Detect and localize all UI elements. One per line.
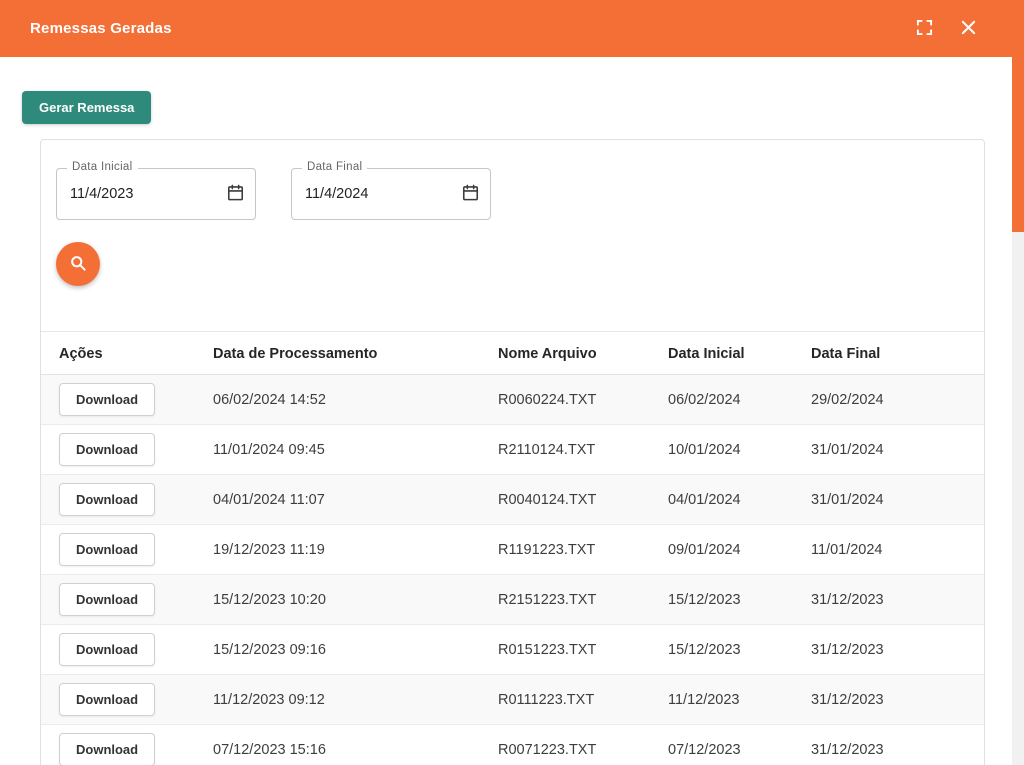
header-acoes: Ações bbox=[41, 332, 213, 375]
cell-start-date: 09/01/2024 bbox=[668, 525, 811, 575]
cell-actions: Download bbox=[41, 575, 213, 625]
table-body: Download 06/02/2024 14:52 R0060224.TXT 0… bbox=[41, 375, 984, 765]
cell-start-date: 07/12/2023 bbox=[668, 725, 811, 765]
maximize-button[interactable] bbox=[914, 17, 935, 41]
table-row: Download 19/12/2023 11:19 R1191223.TXT 0… bbox=[41, 525, 984, 575]
cell-file-name: R0111223.TXT bbox=[498, 675, 668, 725]
scrollbar-thumb[interactable] bbox=[1012, 0, 1024, 232]
download-button[interactable]: Download bbox=[59, 683, 155, 716]
dialog-header: Remessas Geradas bbox=[0, 0, 1024, 57]
start-date-label: Data Inicial bbox=[67, 161, 138, 173]
download-button[interactable]: Download bbox=[59, 583, 155, 616]
table-row: Download 15/12/2023 10:20 R2151223.TXT 1… bbox=[41, 575, 984, 625]
cell-processed-at: 04/01/2024 11:07 bbox=[213, 475, 498, 525]
download-button[interactable]: Download bbox=[59, 383, 155, 416]
maximize-icon bbox=[916, 19, 933, 39]
cell-file-name: R2110124.TXT bbox=[498, 425, 668, 475]
end-date-input[interactable] bbox=[305, 186, 435, 202]
cell-start-date: 11/12/2023 bbox=[668, 675, 811, 725]
cell-end-date: 29/02/2024 bbox=[811, 375, 984, 425]
remessas-table: Ações Data de Processamento Nome Arquivo… bbox=[41, 332, 984, 765]
cell-processed-at: 19/12/2023 11:19 bbox=[213, 525, 498, 575]
cell-processed-at: 07/12/2023 15:16 bbox=[213, 725, 498, 765]
cell-start-date: 10/01/2024 bbox=[668, 425, 811, 475]
search-button[interactable] bbox=[56, 242, 100, 286]
calendar-icon bbox=[226, 183, 245, 205]
header-data-inicial: Data Inicial bbox=[668, 332, 811, 375]
end-date-field: Data Final bbox=[291, 168, 491, 220]
table-row: Download 11/12/2023 09:12 R0111223.TXT 1… bbox=[41, 675, 984, 725]
cell-actions: Download bbox=[41, 725, 213, 765]
download-button[interactable]: Download bbox=[59, 483, 155, 516]
cell-end-date: 31/01/2024 bbox=[811, 475, 984, 525]
header-nome-arquivo: Nome Arquivo bbox=[498, 332, 668, 375]
scrollbar-track[interactable] bbox=[1012, 0, 1024, 765]
cell-start-date: 06/02/2024 bbox=[668, 375, 811, 425]
table-row: Download 11/01/2024 09:45 R2110124.TXT 1… bbox=[41, 425, 984, 475]
cell-end-date: 31/12/2023 bbox=[811, 625, 984, 675]
cell-processed-at: 15/12/2023 09:16 bbox=[213, 625, 498, 675]
download-button[interactable]: Download bbox=[59, 433, 155, 466]
cell-end-date: 31/12/2023 bbox=[811, 575, 984, 625]
table-header-row: Ações Data de Processamento Nome Arquivo… bbox=[41, 332, 984, 375]
cell-file-name: R0040124.TXT bbox=[498, 475, 668, 525]
cell-file-name: R0060224.TXT bbox=[498, 375, 668, 425]
close-button[interactable] bbox=[959, 18, 978, 40]
start-date-field: Data Inicial bbox=[56, 168, 256, 220]
cell-start-date: 15/12/2023 bbox=[668, 575, 811, 625]
cell-processed-at: 11/12/2023 09:12 bbox=[213, 675, 498, 725]
table-row: Download 07/12/2023 15:16 R0071223.TXT 0… bbox=[41, 725, 984, 765]
cell-actions: Download bbox=[41, 525, 213, 575]
cell-end-date: 31/12/2023 bbox=[811, 725, 984, 765]
cell-processed-at: 15/12/2023 10:20 bbox=[213, 575, 498, 625]
cell-actions: Download bbox=[41, 475, 213, 525]
table-row: Download 06/02/2024 14:52 R0060224.TXT 0… bbox=[41, 375, 984, 425]
dialog-title: Remessas Geradas bbox=[30, 20, 172, 37]
start-date-calendar-button[interactable] bbox=[226, 183, 245, 205]
start-date-input[interactable] bbox=[70, 186, 200, 202]
cell-actions: Download bbox=[41, 675, 213, 725]
cell-processed-at: 06/02/2024 14:52 bbox=[213, 375, 498, 425]
download-button[interactable]: Download bbox=[59, 733, 155, 765]
cell-end-date: 11/01/2024 bbox=[811, 525, 984, 575]
cell-actions: Download bbox=[41, 625, 213, 675]
header-data-processamento: Data de Processamento bbox=[213, 332, 498, 375]
end-date-label: Data Final bbox=[302, 161, 367, 173]
filter-section: Data Inicial Da bbox=[41, 140, 984, 332]
cell-file-name: R2151223.TXT bbox=[498, 575, 668, 625]
cell-file-name: R0151223.TXT bbox=[498, 625, 668, 675]
table-row: Download 04/01/2024 11:07 R0040124.TXT 0… bbox=[41, 475, 984, 525]
cell-actions: Download bbox=[41, 425, 213, 475]
cell-file-name: R1191223.TXT bbox=[498, 525, 668, 575]
table-row: Download 15/12/2023 09:16 R0151223.TXT 1… bbox=[41, 625, 984, 675]
cell-actions: Download bbox=[41, 375, 213, 425]
generate-remessa-button[interactable]: Gerar Remessa bbox=[22, 91, 151, 124]
download-button[interactable]: Download bbox=[59, 633, 155, 666]
download-button[interactable]: Download bbox=[59, 533, 155, 566]
cell-end-date: 31/01/2024 bbox=[811, 425, 984, 475]
content-card: Data Inicial Da bbox=[40, 139, 985, 765]
cell-start-date: 04/01/2024 bbox=[668, 475, 811, 525]
end-date-calendar-button[interactable] bbox=[461, 183, 480, 205]
cell-file-name: R0071223.TXT bbox=[498, 725, 668, 765]
search-icon bbox=[68, 253, 88, 276]
header-controls bbox=[914, 17, 1000, 41]
close-icon bbox=[961, 20, 976, 38]
cell-end-date: 31/12/2023 bbox=[811, 675, 984, 725]
calendar-icon bbox=[461, 183, 480, 205]
dialog-body: Gerar Remessa Data Inicial bbox=[0, 57, 1024, 765]
cell-processed-at: 11/01/2024 09:45 bbox=[213, 425, 498, 475]
header-data-final: Data Final bbox=[811, 332, 984, 375]
cell-start-date: 15/12/2023 bbox=[668, 625, 811, 675]
